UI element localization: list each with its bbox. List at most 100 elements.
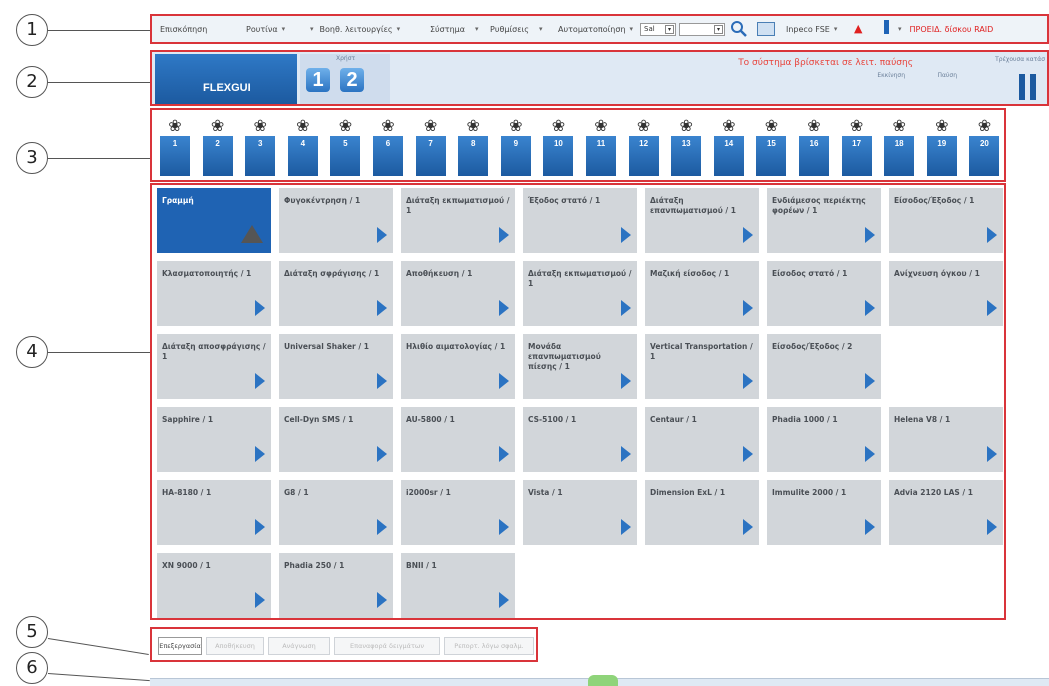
module-tile[interactable]: Vertical Transportation / 1 <box>645 334 759 399</box>
module-tile[interactable]: Sapphire / 1 <box>157 407 271 472</box>
menu-aux-functions[interactable]: ▾ Βοηθ. λειτουργίες ▾ <box>310 16 400 42</box>
arrow-right-icon[interactable] <box>743 227 753 243</box>
rack-2[interactable]: ❀ 2 <box>198 114 238 178</box>
arrow-right-icon[interactable] <box>865 446 875 462</box>
module-tile[interactable]: Dimension ExL / 1 <box>645 480 759 545</box>
arrow-right-icon[interactable] <box>255 519 265 535</box>
module-tile[interactable]: Vista / 1 <box>523 480 637 545</box>
arrow-right-icon[interactable] <box>621 519 631 535</box>
module-tile[interactable]: AU-5800 / 1 <box>401 407 515 472</box>
rack-13[interactable]: ❀ 13 <box>666 114 706 178</box>
rack-15[interactable]: ❀ 15 <box>751 114 791 178</box>
rack-6[interactable]: ❀ 6 <box>368 114 408 178</box>
module-tile[interactable]: Διάταξη αποσφράγισης / 1 <box>157 334 271 399</box>
arrow-right-icon[interactable] <box>255 300 265 316</box>
module-tile[interactable]: BNII / 1 <box>401 553 515 618</box>
arrow-right-icon[interactable] <box>377 300 387 316</box>
module-tile[interactable]: Immulite 2000 / 1 <box>767 480 881 545</box>
pause-label[interactable]: Παύση <box>937 72 957 79</box>
arrow-right-icon[interactable] <box>255 373 265 389</box>
user-1-button[interactable]: 1 <box>306 68 330 92</box>
module-tile[interactable]: Advia 2120 LAS / 1 <box>889 480 1003 545</box>
module-tile[interactable]: Κλασματοποιητής / 1 <box>157 261 271 326</box>
arrow-right-icon[interactable] <box>865 227 875 243</box>
module-tile[interactable]: Είσοδος/Έξοδος / 1 <box>889 188 1003 253</box>
rack-11[interactable]: ❀ 11 <box>581 114 621 178</box>
arrow-right-icon[interactable] <box>621 227 631 243</box>
tab-storage[interactable]: Αποθήκευση <box>206 637 264 655</box>
rack-20[interactable]: ❀ 20 <box>964 114 1004 178</box>
arrow-right-icon[interactable] <box>499 300 509 316</box>
module-tile[interactable]: Μαζική είσοδος / 1 <box>645 261 759 326</box>
user-2-button[interactable]: 2 <box>340 68 364 92</box>
module-tile[interactable]: Phadia 250 / 1 <box>279 553 393 618</box>
rack-10[interactable]: ❀ 10 <box>538 114 578 178</box>
start-label[interactable]: Εκκίνηση <box>877 72 905 79</box>
module-tile[interactable]: Διάταξη επανπωματισμού / 1 <box>645 188 759 253</box>
expand-up-icon[interactable] <box>588 675 618 686</box>
arrow-right-icon[interactable] <box>377 227 387 243</box>
arrow-right-icon[interactable] <box>377 519 387 535</box>
arrow-right-icon[interactable] <box>987 300 997 316</box>
module-tile[interactable]: Centaur / 1 <box>645 407 759 472</box>
rack-5[interactable]: ❀ 5 <box>325 114 365 178</box>
menu-inpeco[interactable]: Inpeco FSE ▾ <box>786 16 837 42</box>
arrow-right-icon[interactable] <box>255 446 265 462</box>
module-tile[interactable]: XN 9000 / 1 <box>157 553 271 618</box>
rack-19[interactable]: ❀ 19 <box>922 114 962 178</box>
module-tile[interactable]: Διάταξη σφράγισης / 1 <box>279 261 393 326</box>
rack-8[interactable]: ❀ 8 <box>453 114 493 178</box>
menu-settings[interactable]: Ρυθμίσεις ▾ <box>490 16 542 42</box>
arrow-right-icon[interactable] <box>865 373 875 389</box>
flexgui-tab[interactable]: FLEXGUI <box>155 54 297 104</box>
arrow-right-icon[interactable] <box>499 519 509 535</box>
arrow-right-icon[interactable] <box>377 446 387 462</box>
module-tile[interactable]: Helena V8 / 1 <box>889 407 1003 472</box>
arrow-right-icon[interactable] <box>621 446 631 462</box>
module-tile[interactable]: Διάταξη εκπωματισμού / 1 <box>401 188 515 253</box>
module-tile[interactable]: Φυγοκέντρηση / 1 <box>279 188 393 253</box>
module-tile[interactable]: HA-8180 / 1 <box>157 480 271 545</box>
arrow-right-icon[interactable] <box>743 373 753 389</box>
arrow-right-icon[interactable] <box>499 227 509 243</box>
arrow-right-icon[interactable] <box>377 373 387 389</box>
module-tile[interactable]: Αποθήκευση / 1 <box>401 261 515 326</box>
arrow-right-icon[interactable] <box>987 446 997 462</box>
arrow-right-icon[interactable] <box>743 446 753 462</box>
arrow-right-icon[interactable] <box>499 592 509 608</box>
menu-overview[interactable]: Επισκόπηση <box>160 16 207 42</box>
arrow-right-icon[interactable] <box>621 300 631 316</box>
arrow-right-icon[interactable] <box>865 519 875 535</box>
module-tile[interactable]: Phadia 1000 / 1 <box>767 407 881 472</box>
arrow-right-icon[interactable] <box>621 373 631 389</box>
arrow-right-icon[interactable] <box>499 373 509 389</box>
rack-18[interactable]: ❀ 18 <box>879 114 919 178</box>
filter-select[interactable]: ▾ <box>679 23 725 36</box>
rack-7[interactable]: ❀ 7 <box>411 114 451 178</box>
pause-icon[interactable] <box>1019 74 1037 100</box>
raid-warning[interactable]: ▾ ΠΡΟΕΙΔ. δίσκου RAID <box>898 16 993 42</box>
module-tile[interactable]: i2000sr / 1 <box>401 480 515 545</box>
tab-processing[interactable]: Επεξεργασία <box>158 637 202 655</box>
arrow-right-icon[interactable] <box>499 446 509 462</box>
module-tile[interactable]: Είσοδος/Έξοδος / 2 <box>767 334 881 399</box>
rack-1[interactable]: ❀ 1 <box>155 114 195 178</box>
arrow-right-icon[interactable] <box>743 519 753 535</box>
arrow-right-icon[interactable] <box>377 592 387 608</box>
module-tile[interactable]: Είσοδος στατό / 1 <box>767 261 881 326</box>
module-tile[interactable]: CS-5100 / 1 <box>523 407 637 472</box>
module-tile[interactable]: G8 / 1 <box>279 480 393 545</box>
tab-reading[interactable]: Ανάγνωση <box>268 637 330 655</box>
module-tile[interactable]: Cell-Dyn SMS / 1 <box>279 407 393 472</box>
rack-17[interactable]: ❀ 17 <box>837 114 877 178</box>
arrow-right-icon[interactable] <box>743 300 753 316</box>
rack-3[interactable]: ❀ 3 <box>240 114 280 178</box>
alert-icon[interactable]: ▲ <box>854 22 862 35</box>
module-tile[interactable]: Διάταξη εκπωματισμού / 1 <box>523 261 637 326</box>
module-tile[interactable]: Ηλιθίο αιματολογίας / 1 <box>401 334 515 399</box>
module-tile[interactable]: Universal Shaker / 1 <box>279 334 393 399</box>
menu-system[interactable]: Σύστημα ▾ <box>430 16 479 42</box>
rack-4[interactable]: ❀ 4 <box>283 114 323 178</box>
tab-sample-restore[interactable]: Επαναφορά δειγμάτων <box>334 637 440 655</box>
rack-12[interactable]: ❀ 12 <box>624 114 664 178</box>
